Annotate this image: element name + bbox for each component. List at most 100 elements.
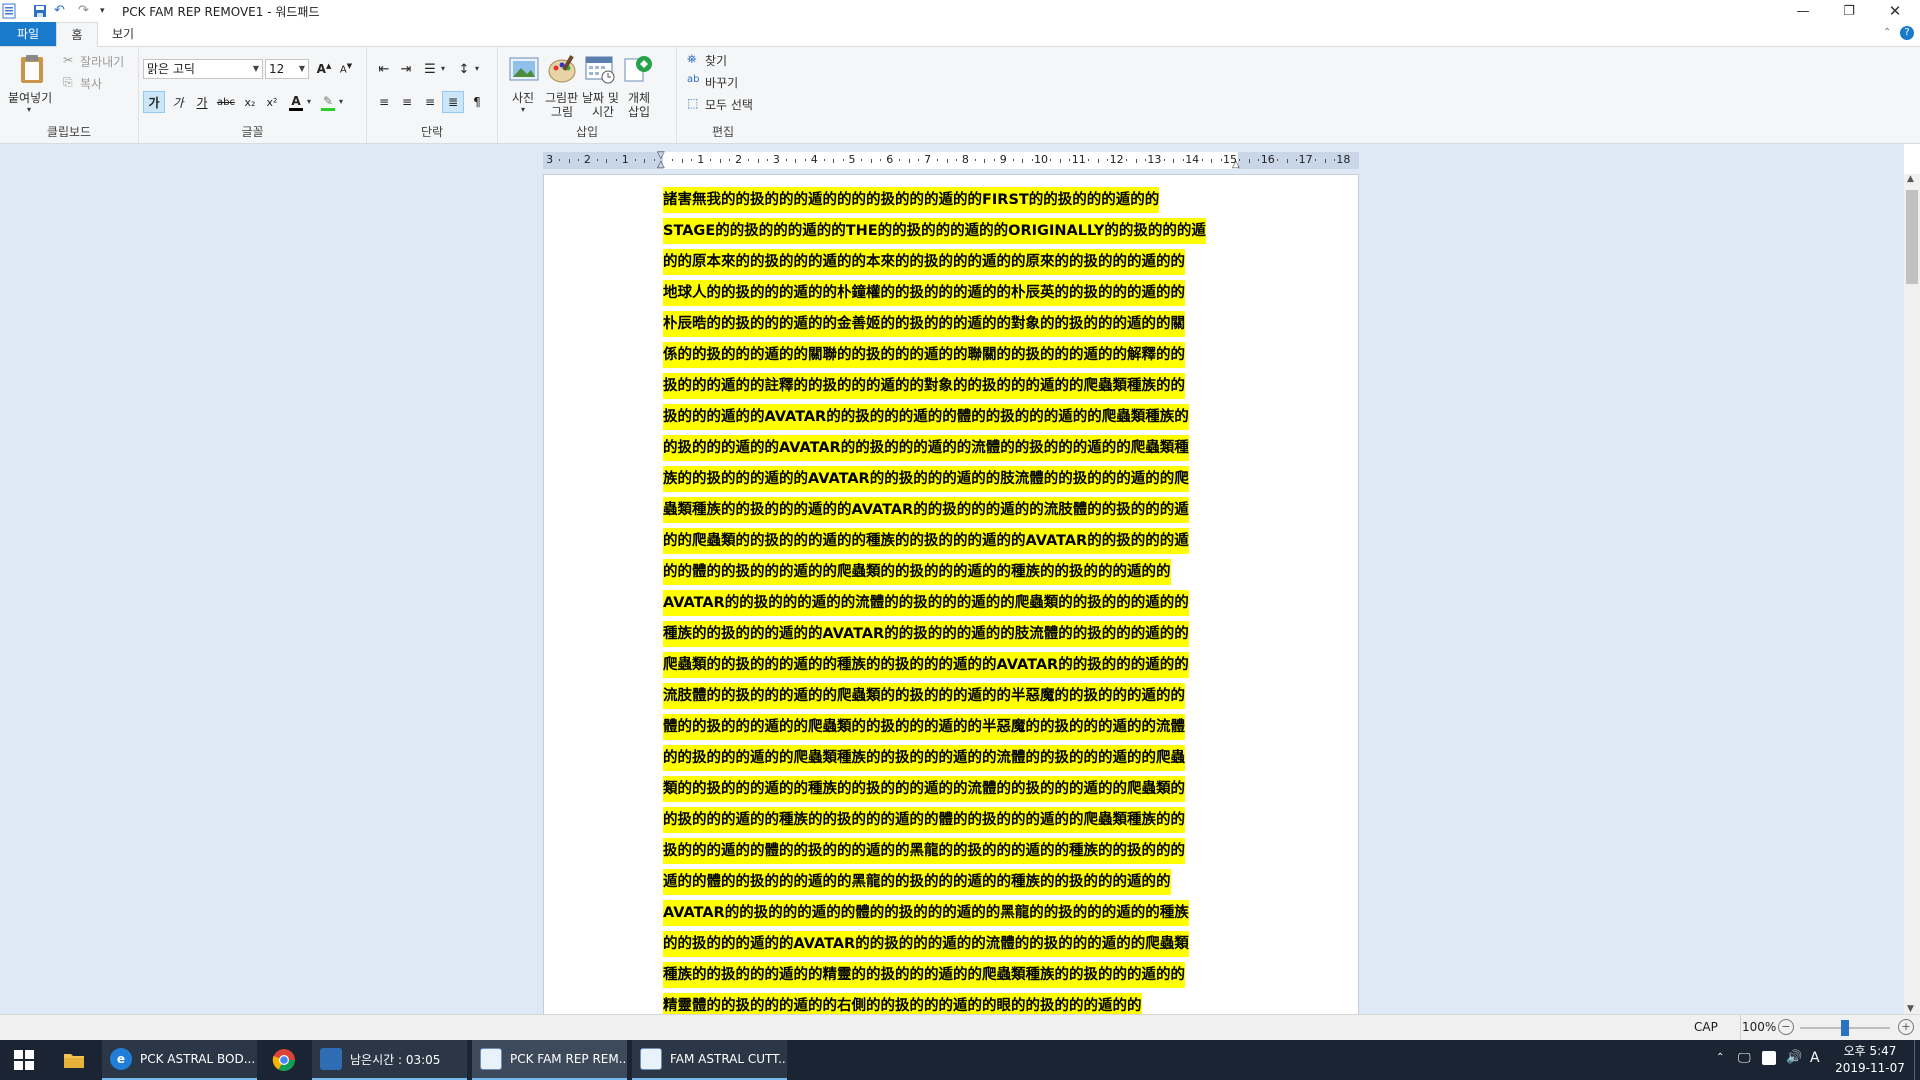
highlighted-text[interactable]: 爬蟲類的的扱的的的遁的的種族的的扱的的的遁的的AVATAR的的扱的的的遁的的 — [663, 652, 1189, 678]
copy-button[interactable]: 복사 — [80, 75, 102, 92]
document-line[interactable]: STAGE的的扱的的的遁的的THE的的扱的的的遁的的ORIGINALLY的的扱的… — [663, 216, 1243, 247]
document-page[interactable]: 諸害無我的的扱的的的遁的的的的扱的的的遁的的FIRST的的扱的的的遁的的 STAG… — [543, 174, 1359, 1014]
ime-indicator[interactable]: A — [1810, 1050, 1820, 1066]
document-line[interactable]: 的的扱的的的遁的的爬蟲類種族的的扱的的的遁的的流體的的扱的的的遁的的爬蟲 — [663, 743, 1243, 774]
taskbar-app[interactable]: e PCK ASTRAL BOD... — [102, 1040, 257, 1080]
increase-indent-button[interactable]: ⇥ — [395, 58, 417, 80]
replace-button[interactable]: 바꾸기 — [705, 74, 738, 91]
wordpad-app-icon[interactable] — [2, 3, 16, 19]
highlighted-text[interactable]: 遁的的體的的扱的的的遁的的黑龍的的扱的的的遁的的種族的的扱的的的遁的的 — [663, 869, 1171, 895]
document-line[interactable]: 的扱的的的遁的的AVATAR的的扱的的的遁的的流體的的扱的的的遁的的爬蟲類種 — [663, 433, 1243, 464]
highlighted-text[interactable]: STAGE的的扱的的的遁的的THE的的扱的的的遁的的ORIGINALLY的的扱的… — [663, 218, 1206, 244]
decrease-indent-button[interactable]: ⇤ — [373, 58, 395, 80]
strikethrough-button[interactable]: abc — [215, 91, 237, 113]
app-tray-icon[interactable] — [1762, 1051, 1776, 1065]
font-size-select[interactable]: 12 ▼ — [265, 59, 309, 79]
highlighted-text[interactable]: 體的的扱的的的遁的的爬蟲類的的扱的的的遁的的半惡魔的的扱的的的遁的的流體 — [663, 714, 1185, 740]
tab-file[interactable]: 파일 — [0, 22, 56, 46]
zoom-out-icon[interactable]: − — [1778, 1019, 1794, 1035]
chevron-down-icon[interactable]: ▾ — [307, 97, 311, 106]
highlighted-text[interactable]: 地球人的的扱的的的遁的的朴鐘權的的扱的的的遁的的朴辰英的的扱的的的遁的的 — [663, 280, 1185, 306]
document-line[interactable]: 族的的扱的的的遁的的AVATAR的的扱的的的遁的的肢流體的的扱的的的遁的的爬 — [663, 464, 1243, 495]
collapse-ribbon-icon[interactable]: ⌃ — [1883, 27, 1891, 38]
taskbar-app[interactable]: 남은시간 : 03:05 — [312, 1040, 467, 1080]
font-color-button[interactable]: A — [285, 91, 307, 113]
undo-icon[interactable]: ↶ — [54, 3, 65, 19]
document-line[interactable]: AVATAR的的扱的的的遁的的體的的扱的的的遁的的黑龍的的扱的的的遁的的種族 — [663, 898, 1243, 929]
highlighted-text[interactable]: 類的的扱的的的遁的的種族的的扱的的的遁的的流體的的扱的的的遁的的爬蟲類的 — [663, 776, 1185, 802]
shrink-font-button[interactable]: A▼ — [335, 58, 357, 80]
document-line[interactable]: 蟲類種族的的扱的的的遁的的AVATAR的的扱的的的遁的的流肢體的的扱的的的遁 — [663, 495, 1243, 526]
document-line[interactable]: 爬蟲類的的扱的的的遁的的種族的的扱的的的遁的的AVATAR的的扱的的的遁的的 — [663, 650, 1243, 681]
select-all-button[interactable]: 모두 선택 — [705, 96, 753, 113]
document-line[interactable]: 係的的扱的的的遁的的關聯的的扱的的的遁的的聯關的的扱的的的遁的的解釋的的 — [663, 340, 1243, 371]
highlight-button[interactable]: ✎ — [317, 91, 339, 113]
highlighted-text[interactable]: 種族的的扱的的的遁的的AVATAR的的扱的的的遁的的肢流體的的扱的的的遁的的 — [663, 621, 1189, 647]
underline-button[interactable]: 가 — [191, 91, 213, 113]
document-line[interactable]: 地球人的的扱的的的遁的的朴鐘權的的扱的的的遁的的朴辰英的的扱的的的遁的的 — [663, 278, 1243, 309]
highlighted-text[interactable]: 係的的扱的的的遁的的關聯的的扱的的的遁的的聯關的的扱的的的遁的的解釋的的 — [663, 342, 1185, 368]
help-icon[interactable]: ? — [1900, 26, 1914, 40]
chevron-down-icon[interactable]: ▾ — [521, 105, 525, 114]
zoom-in-icon[interactable]: + — [1898, 1019, 1914, 1035]
highlighted-text[interactable]: 扱的的的遁的的體的的扱的的的遁的的黑龍的的扱的的的遁的的種族的的扱的的的 — [663, 838, 1185, 864]
document-line[interactable]: 種族的的扱的的的遁的的精靈的的扱的的的遁的的爬蟲類種族的的扱的的的遁的的 — [663, 960, 1243, 991]
vertical-scrollbar[interactable]: ▲ ▼ — [1904, 174, 1920, 1014]
font-family-select[interactable]: 맑은 고딕 ▼ — [143, 59, 263, 79]
highlighted-text[interactable]: 的的原本來的的扱的的的遁的的本來的的扱的的的遁的的原來的的扱的的的遁的的 — [663, 249, 1185, 275]
insert-picture-button[interactable]: 사진 — [512, 89, 534, 106]
document-line[interactable]: 體的的扱的的的遁的的爬蟲類的的扱的的的遁的的半惡魔的的扱的的的遁的的流體 — [663, 712, 1243, 743]
highlighted-text[interactable]: 的的爬蟲類的的扱的的的遁的的種族的的扱的的的遁的的AVATAR的的扱的的的遁 — [663, 528, 1189, 554]
find-button[interactable]: 찾기 — [705, 52, 727, 69]
file-explorer-button[interactable] — [52, 1040, 96, 1080]
cut-button[interactable]: 잘라내기 — [80, 53, 124, 70]
highlighted-text[interactable]: 朴辰晧的的扱的的的遁的的金善姬的的扱的的的遁的的對象的的扱的的的遁的的關 — [663, 311, 1185, 337]
subscript-button[interactable]: x₂ — [239, 91, 261, 113]
scroll-up-icon[interactable]: ▲ — [1907, 174, 1914, 184]
restore-button[interactable]: ❐ — [1826, 0, 1872, 22]
highlighted-text[interactable]: 的的扱的的的遁的的AVATAR的的扱的的的遁的的流體的的扱的的的遁的的爬蟲類 — [663, 931, 1189, 957]
document-line[interactable]: 的的爬蟲類的的扱的的的遁的的種族的的扱的的的遁的的AVATAR的的扱的的的遁 — [663, 526, 1243, 557]
document-line[interactable]: 的的扱的的的遁的的AVATAR的的扱的的的遁的的流體的的扱的的的遁的的爬蟲類 — [663, 929, 1243, 960]
chevron-down-icon[interactable]: ▾ — [441, 64, 445, 73]
save-icon[interactable] — [33, 3, 47, 19]
start-button[interactable] — [0, 1040, 48, 1080]
justify-button[interactable]: ≣ — [442, 91, 464, 113]
paste-button[interactable]: 붙여넣기 — [8, 89, 52, 106]
ruler[interactable]: 3 2 1 1 2 3 4 5 6 7 8 9 10 11 12 13 14 15 16 17 18 ▽ △ △ — [543, 150, 1359, 170]
highlighted-text[interactable]: 流肢體的的扱的的的遁的的爬蟲類的的扱的的的遁的的半惡魔的的扱的的的遁的的 — [663, 683, 1185, 709]
align-center-button[interactable]: ≡ — [396, 91, 418, 113]
document-line[interactable]: 精靈體的的扱的的的遁的的右側的的扱的的的遁的的眼的的扱的的的遁的的 — [663, 991, 1243, 1014]
right-indent-marker[interactable]: △ — [1232, 159, 1240, 170]
redo-icon[interactable]: ↷ — [78, 3, 89, 19]
align-right-button[interactable]: ≡ — [419, 91, 441, 113]
highlighted-text[interactable]: 諸害無我的的扱的的的遁的的的的扱的的的遁的的FIRST的的扱的的的遁的的 — [663, 187, 1160, 213]
highlighted-text[interactable]: 精靈體的的扱的的的遁的的右側的的扱的的的遁的的眼的的扱的的的遁的的 — [663, 993, 1142, 1014]
document-line[interactable]: 的的原本來的的扱的的的遁的的本來的的扱的的的遁的的原來的的扱的的的遁的的 — [663, 247, 1243, 278]
highlighted-text[interactable]: 的扱的的的遁的的種族的的扱的的的遁的的體的的扱的的的遁的的爬蟲類種族的的 — [663, 807, 1185, 833]
close-button[interactable]: ✕ — [1872, 0, 1918, 22]
align-left-button[interactable]: ≡ — [373, 91, 395, 113]
italic-button[interactable]: 가 — [167, 91, 189, 113]
document-line[interactable]: 種族的的扱的的的遁的的AVATAR的的扱的的的遁的的肢流體的的扱的的的遁的的 — [663, 619, 1243, 650]
taskbar-app[interactable]: FAM ASTRAL CUTT... — [632, 1040, 787, 1080]
document-line[interactable]: 流肢體的的扱的的的遁的的爬蟲類的的扱的的的遁的的半惡魔的的扱的的的遁的的 — [663, 681, 1243, 712]
tab-home[interactable]: 홈 — [56, 22, 98, 47]
document-line[interactable]: AVATAR的的扱的的的遁的的流體的的扱的的的遁的的爬蟲類的的扱的的的遁的的 — [663, 588, 1243, 619]
bullets-button[interactable]: ☰ — [419, 58, 441, 80]
highlighted-text[interactable]: 扱的的的遁的的AVATAR的的扱的的的遁的的體的的扱的的的遁的的爬蟲類種族的 — [663, 404, 1189, 430]
chevron-down-icon[interactable]: ▾ — [339, 97, 343, 106]
highlighted-text[interactable]: 扱的的的遁的的註釋的的扱的的的遁的的對象的的扱的的的遁的的爬蟲類種族的的 — [663, 373, 1185, 399]
chevron-down-icon[interactable]: ▾ — [475, 64, 479, 73]
paste-dropdown-icon[interactable]: ▾ — [27, 105, 31, 114]
scrollbar-thumb[interactable] — [1906, 190, 1918, 284]
document-text[interactable]: 諸害無我的的扱的的的遁的的的的扱的的的遁的的FIRST的的扱的的的遁的的 STAG… — [663, 185, 1243, 1014]
volume-icon[interactable]: 🔊 — [1786, 1050, 1802, 1065]
show-hidden-icons-icon[interactable]: ⌃ — [1716, 1052, 1724, 1063]
minimize-button[interactable]: — — [1780, 0, 1826, 22]
highlighted-text[interactable]: 的的體的的扱的的的遁的的爬蟲類的的扱的的的遁的的種族的的扱的的的遁的的 — [663, 559, 1171, 585]
document-line[interactable]: 的扱的的的遁的的種族的的扱的的的遁的的體的的扱的的的遁的的爬蟲類種族的的 — [663, 805, 1243, 836]
customize-quick-access-icon[interactable]: ▾ — [100, 6, 105, 22]
document-line[interactable]: 類的的扱的的的遁的的種族的的扱的的的遁的的流體的的扱的的的遁的的爬蟲類的 — [663, 774, 1243, 805]
highlighted-text[interactable]: 族的的扱的的的遁的的AVATAR的的扱的的的遁的的肢流體的的扱的的的遁的的爬 — [663, 466, 1189, 492]
